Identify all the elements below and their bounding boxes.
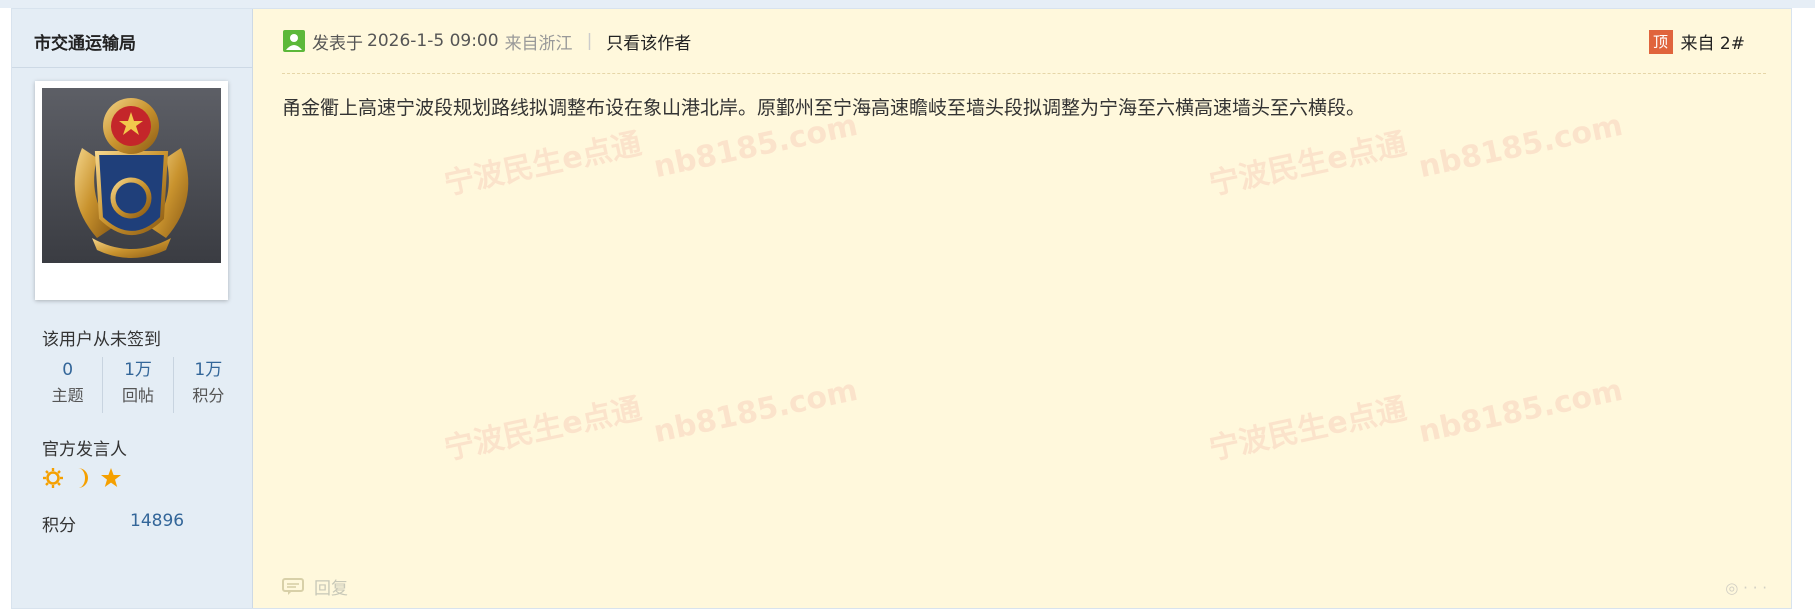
signin-status: 该用户从未签到 <box>42 330 161 350</box>
sidebar-divider <box>12 67 252 68</box>
stat-replies[interactable]: 1万 回帖 <box>103 357 174 413</box>
watermark-brand: 宁波民生e点通 <box>441 126 645 203</box>
watermark-brand: 宁波民生e点通 <box>1206 391 1410 468</box>
reply-icon <box>282 577 304 595</box>
stat-points-label: 积分 <box>192 386 225 405</box>
stat-threads-value: 0 <box>62 360 74 380</box>
avatar[interactable] <box>35 81 228 300</box>
author-name[interactable]: 市交通运输局 <box>34 29 136 54</box>
floor-number[interactable]: 来自 2# <box>1681 29 1745 54</box>
reply-button[interactable]: 回复 <box>282 574 348 599</box>
reply-label: 回复 <box>314 579 348 599</box>
stat-replies-value: 1万 <box>124 360 152 380</box>
watermark-domain: nb8185.com <box>1415 372 1626 451</box>
top-badge-icon[interactable]: 顶 <box>1648 29 1673 54</box>
floor-info: 顶 来自 2# <box>1648 29 1745 54</box>
score-label: 积分 <box>42 516 76 536</box>
online-status-icon <box>283 30 305 52</box>
stat-threads-label: 主题 <box>51 386 84 405</box>
author-score: 积分 14896 <box>42 511 184 536</box>
moon-medal-icon <box>78 468 88 488</box>
post-content: 甬金衢上高速宁波段规划路线拟调整布设在象山港北岸。原鄞州至宁海高速瞻岐至墙头段拟… <box>282 97 1366 119</box>
stat-points-value: 1万 <box>194 360 223 380</box>
medal-row <box>42 467 122 489</box>
only-author-link[interactable]: 只看该作者 <box>606 29 691 54</box>
corner-watermark-logo: ◎ · · · <box>1725 579 1767 597</box>
watermark-brand: 宁波民生e点通 <box>1206 126 1410 203</box>
author-stats: 0 主题 1万 回帖 1万 积分 <box>33 357 243 413</box>
post-location: 来自浙江 <box>504 33 573 54</box>
posted-time: 2026-1-5 09:00 <box>367 31 499 51</box>
star-medal-icon <box>101 468 121 487</box>
header-divider <box>282 73 1766 74</box>
stat-replies-label: 回帖 <box>121 386 154 405</box>
score-value[interactable]: 14896 <box>130 511 184 531</box>
post-container: 市交通运输局 该用户从未签到 0 主题 1万 回帖 1万 积分 官方发言人 积分… <box>11 8 1792 609</box>
stat-points[interactable]: 1万 积分 <box>174 357 243 413</box>
watermark-domain: nb8185.com <box>650 372 861 451</box>
user-role[interactable]: 官方发言人 <box>42 435 127 460</box>
watermark-brand: 宁波民生e点通 <box>441 391 645 468</box>
stat-threads[interactable]: 0 主题 <box>33 357 104 413</box>
emblem-icon <box>42 88 221 263</box>
author-sidebar: 市交通运输局 该用户从未签到 0 主题 1万 回帖 1万 积分 官方发言人 积分… <box>12 9 253 608</box>
header-separator: | <box>586 31 593 51</box>
sun-medal-icon <box>43 468 63 488</box>
top-bar <box>0 0 1815 8</box>
posted-label: 发表于 <box>312 33 363 54</box>
post-header: 发表于 2026-1-5 09:00 来自浙江 | 只看该作者 <box>282 27 691 55</box>
